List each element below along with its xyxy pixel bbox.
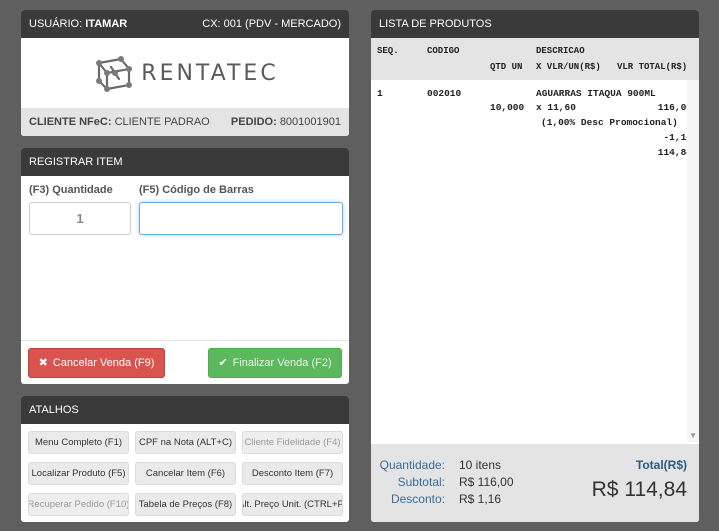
chevron-down-icon[interactable]: ▼ [689, 431, 697, 440]
barcode-group: (F5) Código de Barras [139, 184, 343, 235]
shortcuts-grid: Menu Completo (F1) CPF na Nota (ALT+C) C… [21, 424, 349, 516]
register-item-title: REGISTRAR ITEM [29, 156, 123, 168]
check-icon: ✔ [218, 357, 228, 369]
totals-discount-label: Desconto: [390, 492, 445, 506]
client-info: CLIENTE NFeC: CLIENTE PADRAO [29, 116, 210, 128]
barcode-label: (F5) Código de Barras [139, 184, 254, 196]
quantity-label: (F3) Quantidade [29, 184, 113, 196]
item-qty: 10,000 [490, 102, 525, 113]
finish-sale-label: Finalizar Venda (F2) [232, 356, 332, 369]
x-icon: ✖ [38, 357, 48, 369]
col-seq: SEQ. [377, 46, 399, 56]
register-item-header: REGISTRAR ITEM [21, 148, 349, 176]
totals-discount-value: R$ 1,16 [459, 492, 502, 506]
grand-total-label: Total(R$) [635, 458, 687, 472]
client-value: CLIENTE PADRAO [114, 116, 210, 128]
shortcut-menu-completo[interactable]: Menu Completo (F1) [28, 431, 129, 454]
col-qty-un: QTD UN [490, 62, 523, 72]
order-info: PEDIDO: 8001001901 [231, 116, 341, 128]
totals-quantity-row: Quantidade: 10 itens [371, 458, 501, 472]
shortcut-localizar-produto[interactable]: Localizar Produto (F5) [28, 462, 129, 485]
quantity-input[interactable]: 1 [29, 202, 131, 235]
totals-quantity-value: 10 itens [459, 458, 502, 472]
shortcut-cliente-fidelidade[interactable]: Cliente Fidelidade (F4) [242, 431, 343, 454]
shortcut-desconto-item[interactable]: Desconto Item (F7) [242, 462, 343, 485]
barcode-input[interactable] [139, 202, 343, 235]
totals-summary: Quantidade: 10 itens Subtotal: R$ 116,00… [371, 444, 699, 522]
register-item-panel: REGISTRAR ITEM (F3) Quantidade 1 (F5) Có… [21, 148, 349, 384]
order-label: PEDIDO: [230, 116, 277, 128]
client-label: CLIENTE NFeC: [29, 116, 112, 128]
shortcut-recuperar-pedido[interactable]: Recuperar Pedido (F10) [28, 493, 129, 516]
totals-subtotal-label: Subtotal: [397, 475, 445, 489]
item-seq: 1 [377, 88, 383, 99]
grand-total-value: R$ 114,84 [591, 478, 687, 501]
session-header-bar: USUÁRIO: ITAMAR CX: 001 (PDV - MERCADO) [21, 10, 349, 38]
item-discount-note: (1,00% Desc Promocional) [541, 117, 678, 128]
col-unit-price: X VLR/UN(R$) [536, 62, 601, 72]
shortcut-alt-preco-unit[interactable]: Alt. Preço Unit. (CTRL+P) [242, 493, 343, 516]
item-desc: AGUARRAS ITAQUA 900ML [536, 88, 656, 99]
product-list-title: LISTA DE PRODUTOS [379, 18, 492, 30]
product-list-header: LISTA DE PRODUTOS [371, 10, 699, 38]
totals-subtotal-row: Subtotal: R$ 116,00 [371, 475, 514, 489]
user-label: USUÁRIO: [29, 18, 83, 30]
totals-subtotal-value: R$ 116,00 [459, 475, 514, 489]
register-actions: ✖ Cancelar Venda (F9) ✔ Finalizar Venda … [21, 340, 349, 384]
client-bar: CLIENTE NFeC: CLIENTE PADRAO PEDIDO: 800… [21, 108, 349, 136]
shortcuts-title: ATALHOS [29, 404, 79, 416]
totals-quantity-label: Quantidade: [379, 458, 445, 472]
product-list-columns: SEQ. CODIGO DESCRICAO QTD UN X VLR/UN(R$… [371, 38, 699, 80]
logo: RENTATEC [21, 38, 349, 108]
col-total: VLR TOTAL(R$) [617, 62, 688, 72]
shortcuts-panel: ATALHOS Menu Completo (F1) CPF na Nota (… [21, 396, 349, 522]
col-desc: DESCRICAO [536, 46, 585, 56]
cancel-sale-button[interactable]: ✖ Cancelar Venda (F9) [28, 347, 165, 378]
product-list-panel: LISTA DE PRODUTOS SEQ. CODIGO DESCRICAO … [371, 10, 699, 522]
totals-discount-row: Desconto: R$ 1,16 [371, 492, 501, 506]
col-code: CODIGO [427, 46, 460, 56]
product-list-body[interactable]: 1 002010 AGUARRAS ITAQUA 900ML 10,000 x … [371, 80, 699, 442]
cashier-info: CX: 001 (PDV - MERCADO) [202, 18, 341, 30]
shortcut-cpf-na-nota[interactable]: CPF na Nota (ALT+C) [135, 431, 236, 454]
item-code: 002010 [427, 88, 462, 99]
user-name: ITAMAR [85, 18, 128, 30]
finish-sale-button[interactable]: ✔ Finalizar Venda (F2) [208, 347, 342, 378]
session-header-panel: USUÁRIO: ITAMAR CX: 001 (PDV - MERCADO) [21, 10, 349, 136]
shortcuts-header: ATALHOS [21, 396, 349, 424]
item-unit-price: x 11,60 [536, 102, 576, 113]
logo-text: RENTATEC [141, 60, 279, 86]
cube-logo-icon [96, 56, 133, 92]
shortcut-tabela-de-precos[interactable]: Tabela de Preços (F8) [135, 493, 236, 516]
quantity-group: (F3) Quantidade 1 [29, 184, 131, 235]
cancel-sale-label: Cancelar Venda (F9) [52, 356, 155, 369]
shortcut-cancelar-item[interactable]: Cancelar Item (F6) [135, 462, 236, 485]
order-value: 8001001901 [279, 116, 341, 128]
user-info: USUÁRIO: ITAMAR [29, 18, 127, 30]
register-fields: (F3) Quantidade 1 (F5) Código de Barras [21, 176, 349, 235]
product-list-scrollbar[interactable]: ▼ [687, 80, 699, 442]
